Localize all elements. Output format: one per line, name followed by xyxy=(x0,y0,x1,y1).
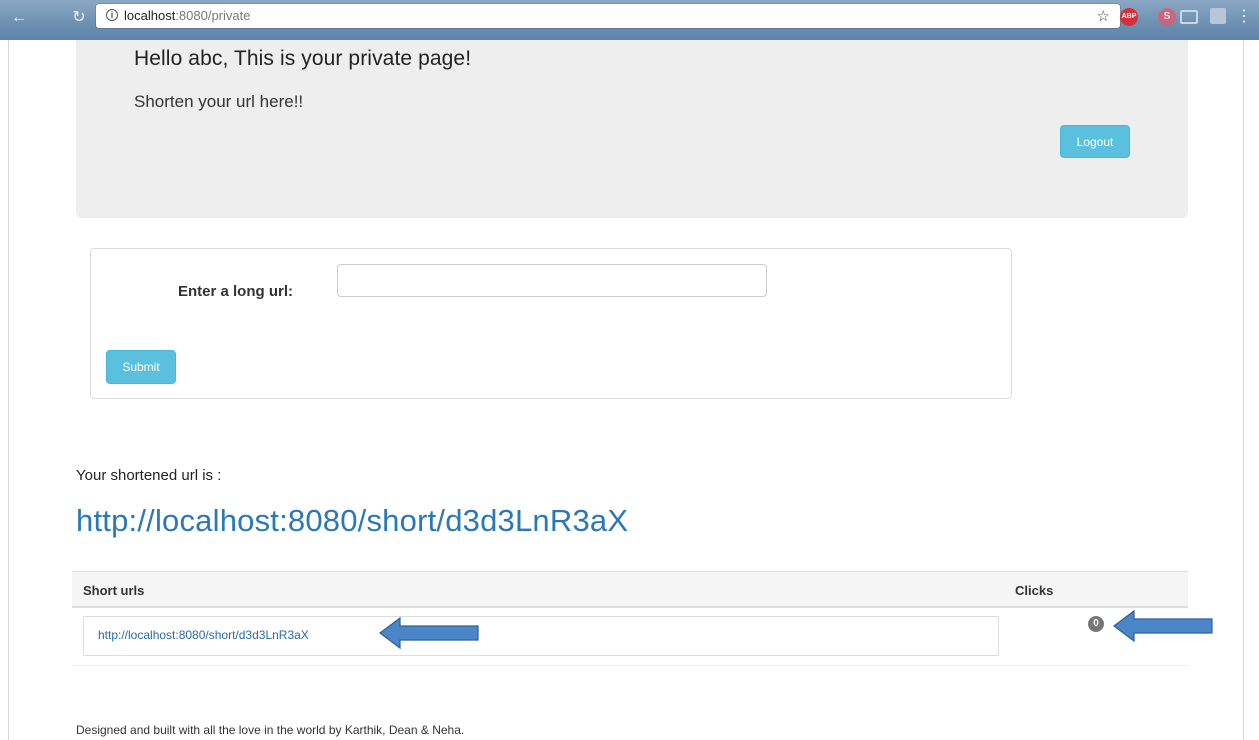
info-icon[interactable]: i xyxy=(106,9,118,21)
column-header-clicks: Clicks xyxy=(1015,583,1054,598)
annotation-arrow-left-icon xyxy=(379,616,479,650)
short-urls-table: Short urls Clicks http://localhost:8080/… xyxy=(72,571,1188,666)
url-path: :8080/private xyxy=(175,8,251,23)
long-url-label: Enter a long url: xyxy=(178,283,294,300)
shortened-url-label: Your shortened url is : xyxy=(76,467,222,484)
short-url-link[interactable]: http://localhost:8080/short/d3d3LnR3aX xyxy=(98,628,309,642)
column-header-short-urls: Short urls xyxy=(83,583,145,598)
long-url-input[interactable] xyxy=(337,264,767,297)
adblock-extension-icon[interactable]: ABP xyxy=(1120,8,1138,26)
browser-menu-icon[interactable]: ⋮ xyxy=(1236,8,1252,26)
table-header: Short urls Clicks xyxy=(72,572,1188,608)
table-row: http://localhost:8080/short/d3d3LnR3aX 0 xyxy=(72,608,1188,666)
shorten-form: Enter a long url: Submit xyxy=(90,248,1012,399)
url-host: localhost xyxy=(124,8,176,23)
page-edge-right xyxy=(1243,40,1244,740)
clicks-badge: 0 xyxy=(1088,616,1104,632)
page-title: Hello abc, This is your private page! xyxy=(134,47,472,70)
short-url-cell: http://localhost:8080/short/d3d3LnR3aX xyxy=(83,616,999,656)
address-bar-url: localhost:8080/private xyxy=(124,8,250,23)
cast-icon[interactable] xyxy=(1180,10,1198,24)
extension-icon[interactable] xyxy=(1210,8,1226,24)
page-edge-left xyxy=(8,40,9,740)
header-jumbotron: Hello abc, This is your private page! Sh… xyxy=(76,40,1188,218)
footer-credits: Designed and built with all the love in … xyxy=(76,723,465,737)
submit-button[interactable]: Submit xyxy=(106,350,176,384)
logout-button[interactable]: Logout xyxy=(1060,125,1130,158)
address-bar[interactable]: i localhost:8080/private ☆ xyxy=(96,4,1120,28)
bookmark-star-icon[interactable]: ☆ xyxy=(1097,7,1110,25)
browser-toolbar: ← ↻ i localhost:8080/private ☆ ABP S ⋮ xyxy=(0,0,1259,40)
back-arrow-icon[interactable]: ← xyxy=(10,9,28,27)
s-extension-icon[interactable]: S xyxy=(1158,8,1176,26)
annotation-arrow-right-icon xyxy=(1113,609,1213,643)
shortened-url-link[interactable]: http://localhost:8080/short/d3d3LnR3aX xyxy=(76,503,628,539)
page-subtitle: Shorten your url here!! xyxy=(134,92,304,111)
reload-icon[interactable]: ↻ xyxy=(70,9,88,27)
